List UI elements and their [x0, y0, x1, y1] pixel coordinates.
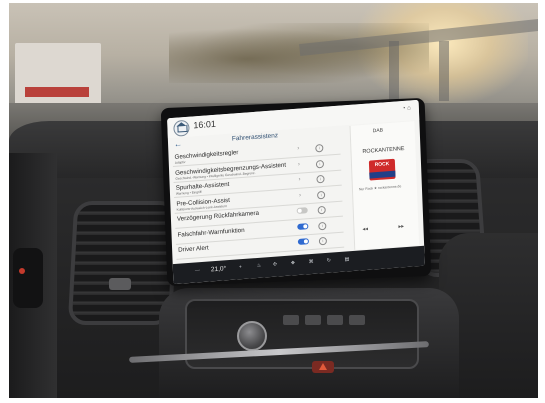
station-logo: ROCK: [368, 158, 396, 181]
info-icon[interactable]: i: [316, 174, 325, 184]
climate-button[interactable]: [327, 315, 343, 325]
settings-row-label: Falschfahr-Warnfunktion: [177, 226, 245, 239]
climate-dial-left[interactable]: [237, 321, 267, 351]
temp-up-icon[interactable]: +: [239, 264, 242, 270]
climate-button[interactable]: [349, 315, 365, 325]
clock: 16:01: [193, 118, 217, 131]
radio-widget[interactable]: DAB ROCKANTENNE ROCK Nur Rock ★ rockante…: [349, 121, 420, 250]
toggle-switch[interactable]: [297, 238, 310, 245]
status-icons: ◔ ⌂: [401, 105, 411, 113]
radio-next-icon[interactable]: ▶▶: [398, 224, 404, 228]
info-icon[interactable]: i: [316, 190, 326, 199]
home-button[interactable]: [173, 119, 190, 137]
toggle-switch[interactable]: [296, 207, 308, 214]
back-arrow-icon[interactable]: ←: [174, 139, 182, 149]
instrument-cluster-edge: [9, 153, 57, 398]
radio-prev-icon[interactable]: ◀◀: [362, 227, 368, 231]
rear-defrost-icon[interactable]: ▤: [345, 256, 350, 262]
recirc-icon[interactable]: ↻: [327, 258, 331, 264]
station-name: ROCKANTENNE: [362, 145, 405, 156]
chevron-right-icon[interactable]: ›: [298, 177, 300, 183]
bridge-pillar: [439, 41, 449, 101]
chevron-right-icon[interactable]: ›: [299, 192, 301, 198]
info-icon[interactable]: i: [315, 143, 324, 153]
climate-button[interactable]: [283, 315, 299, 325]
panel-title: Fahrerassistenz: [231, 132, 279, 143]
info-icon[interactable]: i: [318, 236, 328, 246]
info-icon[interactable]: i: [317, 205, 326, 215]
hazard-triangle-icon: [319, 363, 327, 370]
driver-assist-panel: ← Fahrerassistenz Geschwindigkeitsregler…: [172, 126, 348, 263]
airflow-icon[interactable]: ❖: [291, 260, 296, 266]
temp-down-icon[interactable]: —: [195, 267, 200, 273]
billboard: [15, 43, 101, 111]
station-logo-text: ROCK: [374, 161, 390, 169]
climate-button[interactable]: [305, 315, 321, 325]
settings-row-sublabel: Warnung • Eingriff: [175, 189, 202, 196]
station-logo-band: [369, 170, 396, 179]
gauge: [13, 248, 43, 308]
radio-source: DAB: [372, 127, 384, 135]
seat-heat-icon[interactable]: ♨: [257, 263, 262, 269]
settings-row-sublabel: Adaptiv: [174, 160, 186, 165]
photo-frame: 16:01 ◔ ⌂ ← Fahrerassistenz Geschwindigk…: [9, 3, 538, 398]
defrost-icon[interactable]: ⌘: [309, 259, 314, 265]
touchscreen: 16:01 ◔ ⌂ ← Fahrerassistenz Geschwindigk…: [167, 99, 425, 285]
fan-icon[interactable]: ✣: [273, 262, 277, 268]
bridge-pillar: [389, 41, 399, 101]
chevron-right-icon[interactable]: ›: [298, 161, 300, 167]
toggle-switch[interactable]: [297, 222, 309, 230]
info-icon[interactable]: i: [315, 159, 325, 168]
climate-controls: [185, 299, 419, 369]
station-meta: Nur Rock ★ rockantenne.de: [358, 184, 402, 192]
infotainment-display: 16:01 ◔ ⌂ ← Fahrerassistenz Geschwindigk…: [160, 97, 432, 287]
temperature[interactable]: 21,0°: [211, 265, 227, 273]
home-icon: [177, 124, 188, 133]
billboard-stripe: [25, 87, 89, 97]
settings-row-label: Geschwindigkeitsregler: [174, 149, 239, 161]
info-icon[interactable]: i: [318, 221, 327, 230]
settings-row-label: Driver Alert: [178, 244, 209, 254]
chevron-right-icon[interactable]: ›: [297, 146, 299, 152]
vent-knob[interactable]: [109, 278, 131, 290]
warning-light: [19, 268, 25, 274]
hazard-button[interactable]: [312, 361, 334, 373]
